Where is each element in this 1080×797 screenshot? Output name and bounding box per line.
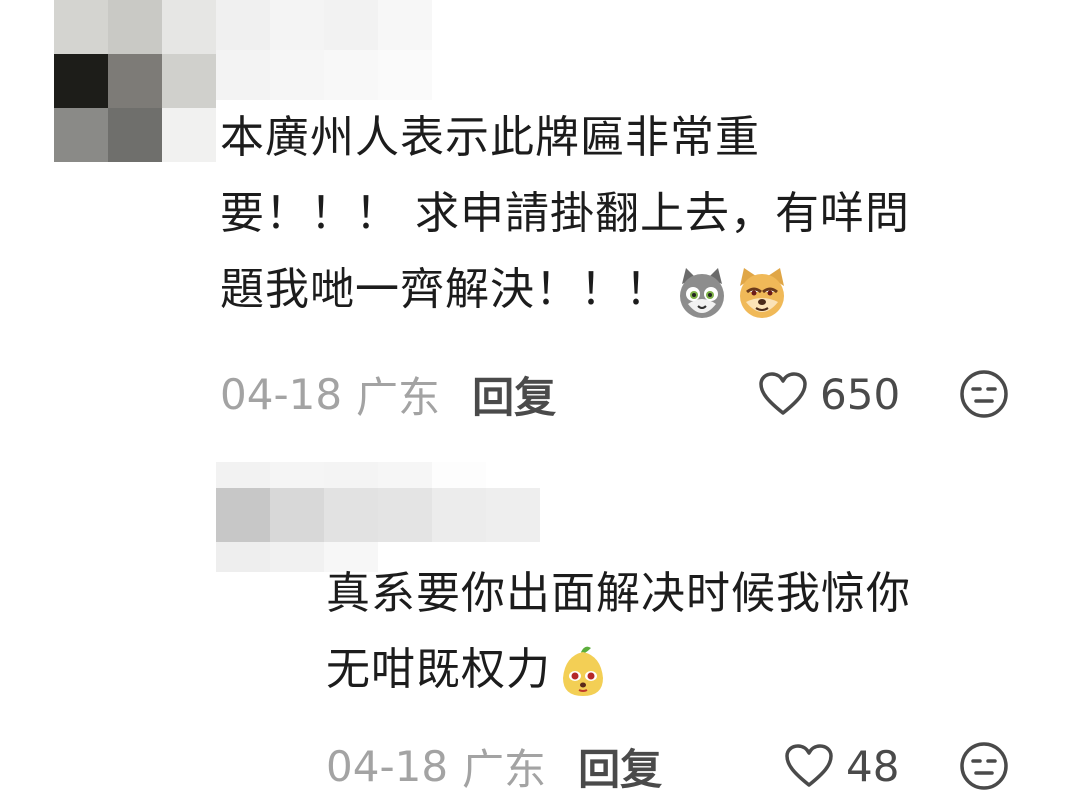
neutral-face-icon[interactable] [958,368,1010,420]
comment-line: 本廣州人表示此牌匾非常重 [220,112,760,163]
heart-outline-icon [785,744,833,787]
comment-line: 无咁既权力 [326,644,551,695]
heart-outline-icon [759,372,807,415]
reply-button[interactable]: 回复 [578,736,662,797]
comment-location: 广东 [462,744,547,794]
neutral-face-icon[interactable] [958,740,1010,792]
comment-meta: 04-18 广东 回复 [326,736,662,796]
dog-face-emoji [740,268,784,318]
like-button[interactable]: 48 [784,736,899,796]
pear-face-emoji [563,646,603,696]
comment-line: 題我哋一齊解決！！！ [220,264,670,315]
like-count: 650 [820,369,901,419]
comment-location: 广东 [356,372,441,422]
avatar-blurred[interactable] [54,0,216,162]
username-blurred[interactable] [216,0,432,100]
comment-date: 04-18 [326,741,449,791]
cat-face-emoji [680,268,724,318]
comment-meta: 04-18 广东 回复 [220,364,556,424]
like-button[interactable]: 650 [758,364,900,424]
like-count: 48 [846,741,900,791]
comment-body: 本廣州人表示此牌匾非常重 要！！！ 求申請掛翻上去，有咩問 題我哋一齊解決！！！ [220,100,910,328]
comment-body: 真系要你出面解决时候我惊你 无咁既权力 [326,556,911,708]
reply-button[interactable]: 回复 [472,364,556,425]
comment-date: 04-18 [220,369,343,419]
comment-line: 要！！！ 求申請掛翻上去，有咩問 [220,188,910,239]
comment-line: 真系要你出面解决时候我惊你 [326,568,911,619]
